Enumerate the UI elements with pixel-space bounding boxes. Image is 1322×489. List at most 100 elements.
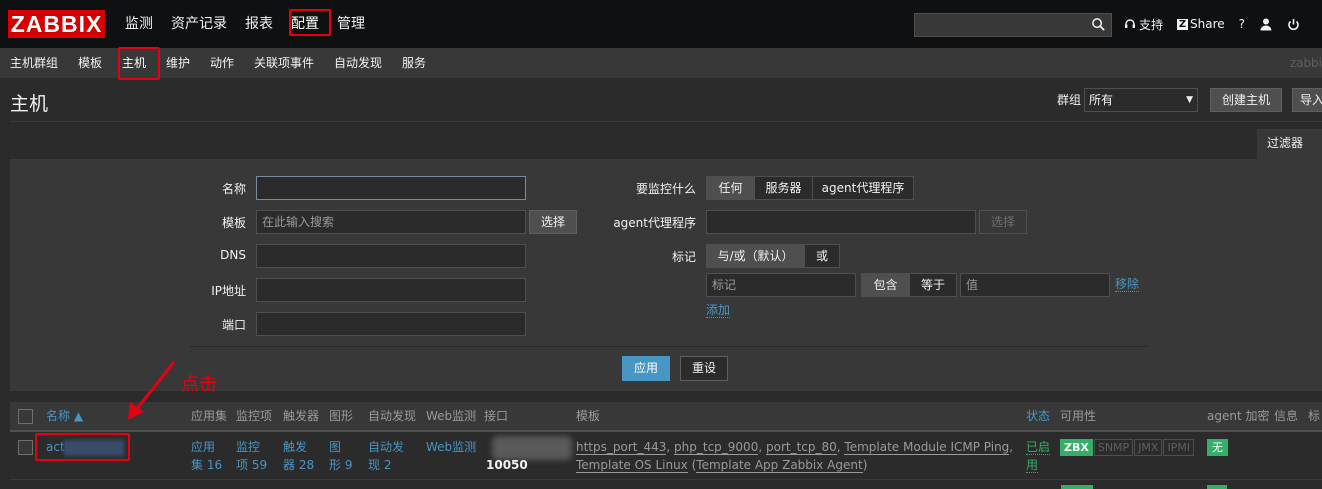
group-select[interactable]: 所有 ▼ [1084, 88, 1198, 112]
import-button[interactable]: 导入 [1292, 88, 1322, 112]
submenu-discovery[interactable]: 自动发现 [334, 48, 382, 78]
ip-label: IP地址 [211, 284, 246, 298]
page-title: 主机 [10, 93, 49, 115]
create-host-button[interactable]: 创建主机 [1210, 88, 1282, 112]
template-link[interactable]: port_tcp_80 [765, 440, 837, 455]
share-link[interactable]: Z Share [1177, 17, 1225, 31]
power-icon [1288, 18, 1299, 30]
row-checkbox[interactable] [18, 440, 33, 455]
template-link[interactable]: php_tcp_9000 [674, 440, 759, 455]
table-row: acti 应用集 16 监控项 59 触发器 28 图形 9 自动发现 2 We… [10, 432, 1322, 480]
top-navigation: ZABBIX 监测 资产记录 报表 配置 管理 支持 Z Share ? [0, 0, 1322, 48]
filter-tab[interactable]: 过滤器 [1257, 129, 1322, 159]
header-divider [10, 121, 1322, 122]
logout-link[interactable] [1287, 18, 1300, 31]
jmx-badge: JMX [1134, 439, 1163, 456]
user-icon [1260, 18, 1272, 31]
monitor-server[interactable]: 服务器 [755, 177, 813, 199]
tag-name-input[interactable]: 标记 [706, 273, 856, 297]
items-label: 监控 [236, 440, 261, 454]
template-link[interactable]: Template App Zabbix Agent [696, 458, 863, 473]
template-input[interactable]: 在此输入搜索 [256, 210, 526, 234]
column-name-sort[interactable]: 名称 ▲ [46, 402, 83, 430]
select-all-checkbox[interactable] [18, 409, 33, 424]
column-encryption: agent 加密 [1207, 409, 1270, 423]
search-icon[interactable] [1091, 17, 1106, 32]
column-triggers: 触发器 [283, 409, 320, 423]
tags-mode-or[interactable]: 或 [805, 245, 839, 267]
dns-input[interactable] [256, 244, 526, 268]
tags-label: 标记 [671, 250, 696, 264]
host-triggers-link[interactable]: 触发器 28 [283, 438, 314, 474]
table-header: 名称 ▲ 应用集 监控项 触发器 图形 自动发现 Web监测 接口 模板 状态 … [10, 402, 1322, 432]
status-toggle[interactable]: 已启用 [1026, 438, 1051, 474]
port-input[interactable] [256, 312, 526, 336]
menu-administration[interactable]: 管理 [328, 0, 374, 48]
help-link[interactable]: ? [1239, 17, 1245, 31]
graphs-label: 图 [329, 440, 342, 454]
apply-button[interactable]: 应用 [622, 356, 670, 381]
server-name: zabbi [1289, 56, 1322, 70]
column-info: 信息 [1274, 409, 1299, 423]
encryption-none-badge: 无 [1207, 439, 1228, 456]
tags-mode-andor[interactable]: 与/或（默认） [707, 245, 805, 267]
tag-remove-link[interactable]: 移除 [1115, 277, 1140, 292]
reset-button[interactable]: 重设 [680, 356, 728, 381]
name-label: 名称 [221, 182, 246, 196]
host-discovery-link[interactable]: 自动发现 2 [368, 438, 404, 474]
sub-navigation: 主机群组 模板 主机 维护 动作 关联项事件 自动发现 服务 zabbi [0, 48, 1322, 78]
column-discovery: 自动发现 [368, 409, 417, 423]
host-applications-link[interactable]: 应用集 16 [191, 438, 222, 474]
name-input[interactable] [256, 176, 526, 200]
submenu-maintenance[interactable]: 维护 [166, 48, 190, 78]
zabbix-logo[interactable]: ZABBIX [8, 10, 105, 38]
monitor-segment: 任何 服务器 agent代理程序 [706, 176, 914, 200]
discovery-count: 现 2 [368, 458, 392, 472]
user-profile-link[interactable] [1259, 17, 1273, 31]
submenu-actions[interactable]: 动作 [210, 48, 234, 78]
submenu-services[interactable]: 服务 [402, 48, 426, 78]
host-templates: https_port_443, php_tcp_9000, port_tcp_8… [576, 440, 1014, 473]
menu-inventory[interactable]: 资产记录 [162, 0, 236, 48]
proxy-label: agent代理程序 [613, 216, 696, 230]
highlight-config-menu [289, 9, 331, 36]
monitor-any[interactable]: 任何 [707, 177, 755, 199]
host-web-link[interactable]: Web监测 [426, 438, 476, 456]
host-items-link[interactable]: 监控项 59 [236, 438, 267, 474]
main-menu: 监测 资产记录 报表 配置 管理 [116, 0, 374, 48]
tag-op-equals[interactable]: 等于 [910, 274, 956, 296]
submenu-templates[interactable]: 模板 [78, 48, 102, 78]
highlight-host-name [35, 433, 130, 461]
template-select-button[interactable]: 选择 [529, 210, 577, 234]
tag-op-contains[interactable]: 包含 [862, 274, 910, 296]
port-label: 端口 [221, 318, 246, 332]
menu-reports[interactable]: 报表 [236, 0, 282, 48]
host-graphs-link[interactable]: 图形 9 [329, 438, 352, 474]
menu-monitoring[interactable]: 监测 [116, 0, 162, 48]
support-label: 支持 [1139, 17, 1164, 32]
column-templates: 模板 [576, 409, 601, 423]
submenu-host-groups[interactable]: 主机群组 [10, 48, 58, 78]
ip-input[interactable] [256, 278, 526, 302]
filter-divider [190, 346, 1148, 347]
submenu-event-correlation[interactable]: 关联项事件 [254, 48, 314, 78]
template-link[interactable]: https_port_443 [576, 440, 667, 455]
click-annotation: 点击 [181, 374, 217, 395]
tag-add-link[interactable]: 添加 [706, 303, 731, 318]
encryption-badge-cell: 无 [1207, 438, 1229, 456]
support-link[interactable]: 支持 [1124, 16, 1163, 33]
template-link[interactable]: Template OS Linux [576, 458, 688, 473]
column-status-sort[interactable]: 状态 [1026, 402, 1050, 430]
proxy-input[interactable] [706, 210, 976, 234]
tag-value-input[interactable]: 值 [960, 273, 1110, 297]
proxy-select-button[interactable]: 选择 [979, 210, 1027, 234]
monitor-proxy[interactable]: agent代理程序 [813, 177, 913, 199]
column-graphs: 图形 [329, 409, 354, 423]
graphs-count: 形 9 [329, 458, 353, 472]
zbx-badge: ZBX [1060, 439, 1093, 456]
column-interface: 接口 [484, 409, 509, 423]
triggers-count: 器 28 [283, 458, 315, 472]
template-link[interactable]: Template Module ICMP Ping [844, 440, 1010, 455]
search-input[interactable] [914, 13, 1112, 37]
triggers-label: 触发 [283, 440, 308, 454]
